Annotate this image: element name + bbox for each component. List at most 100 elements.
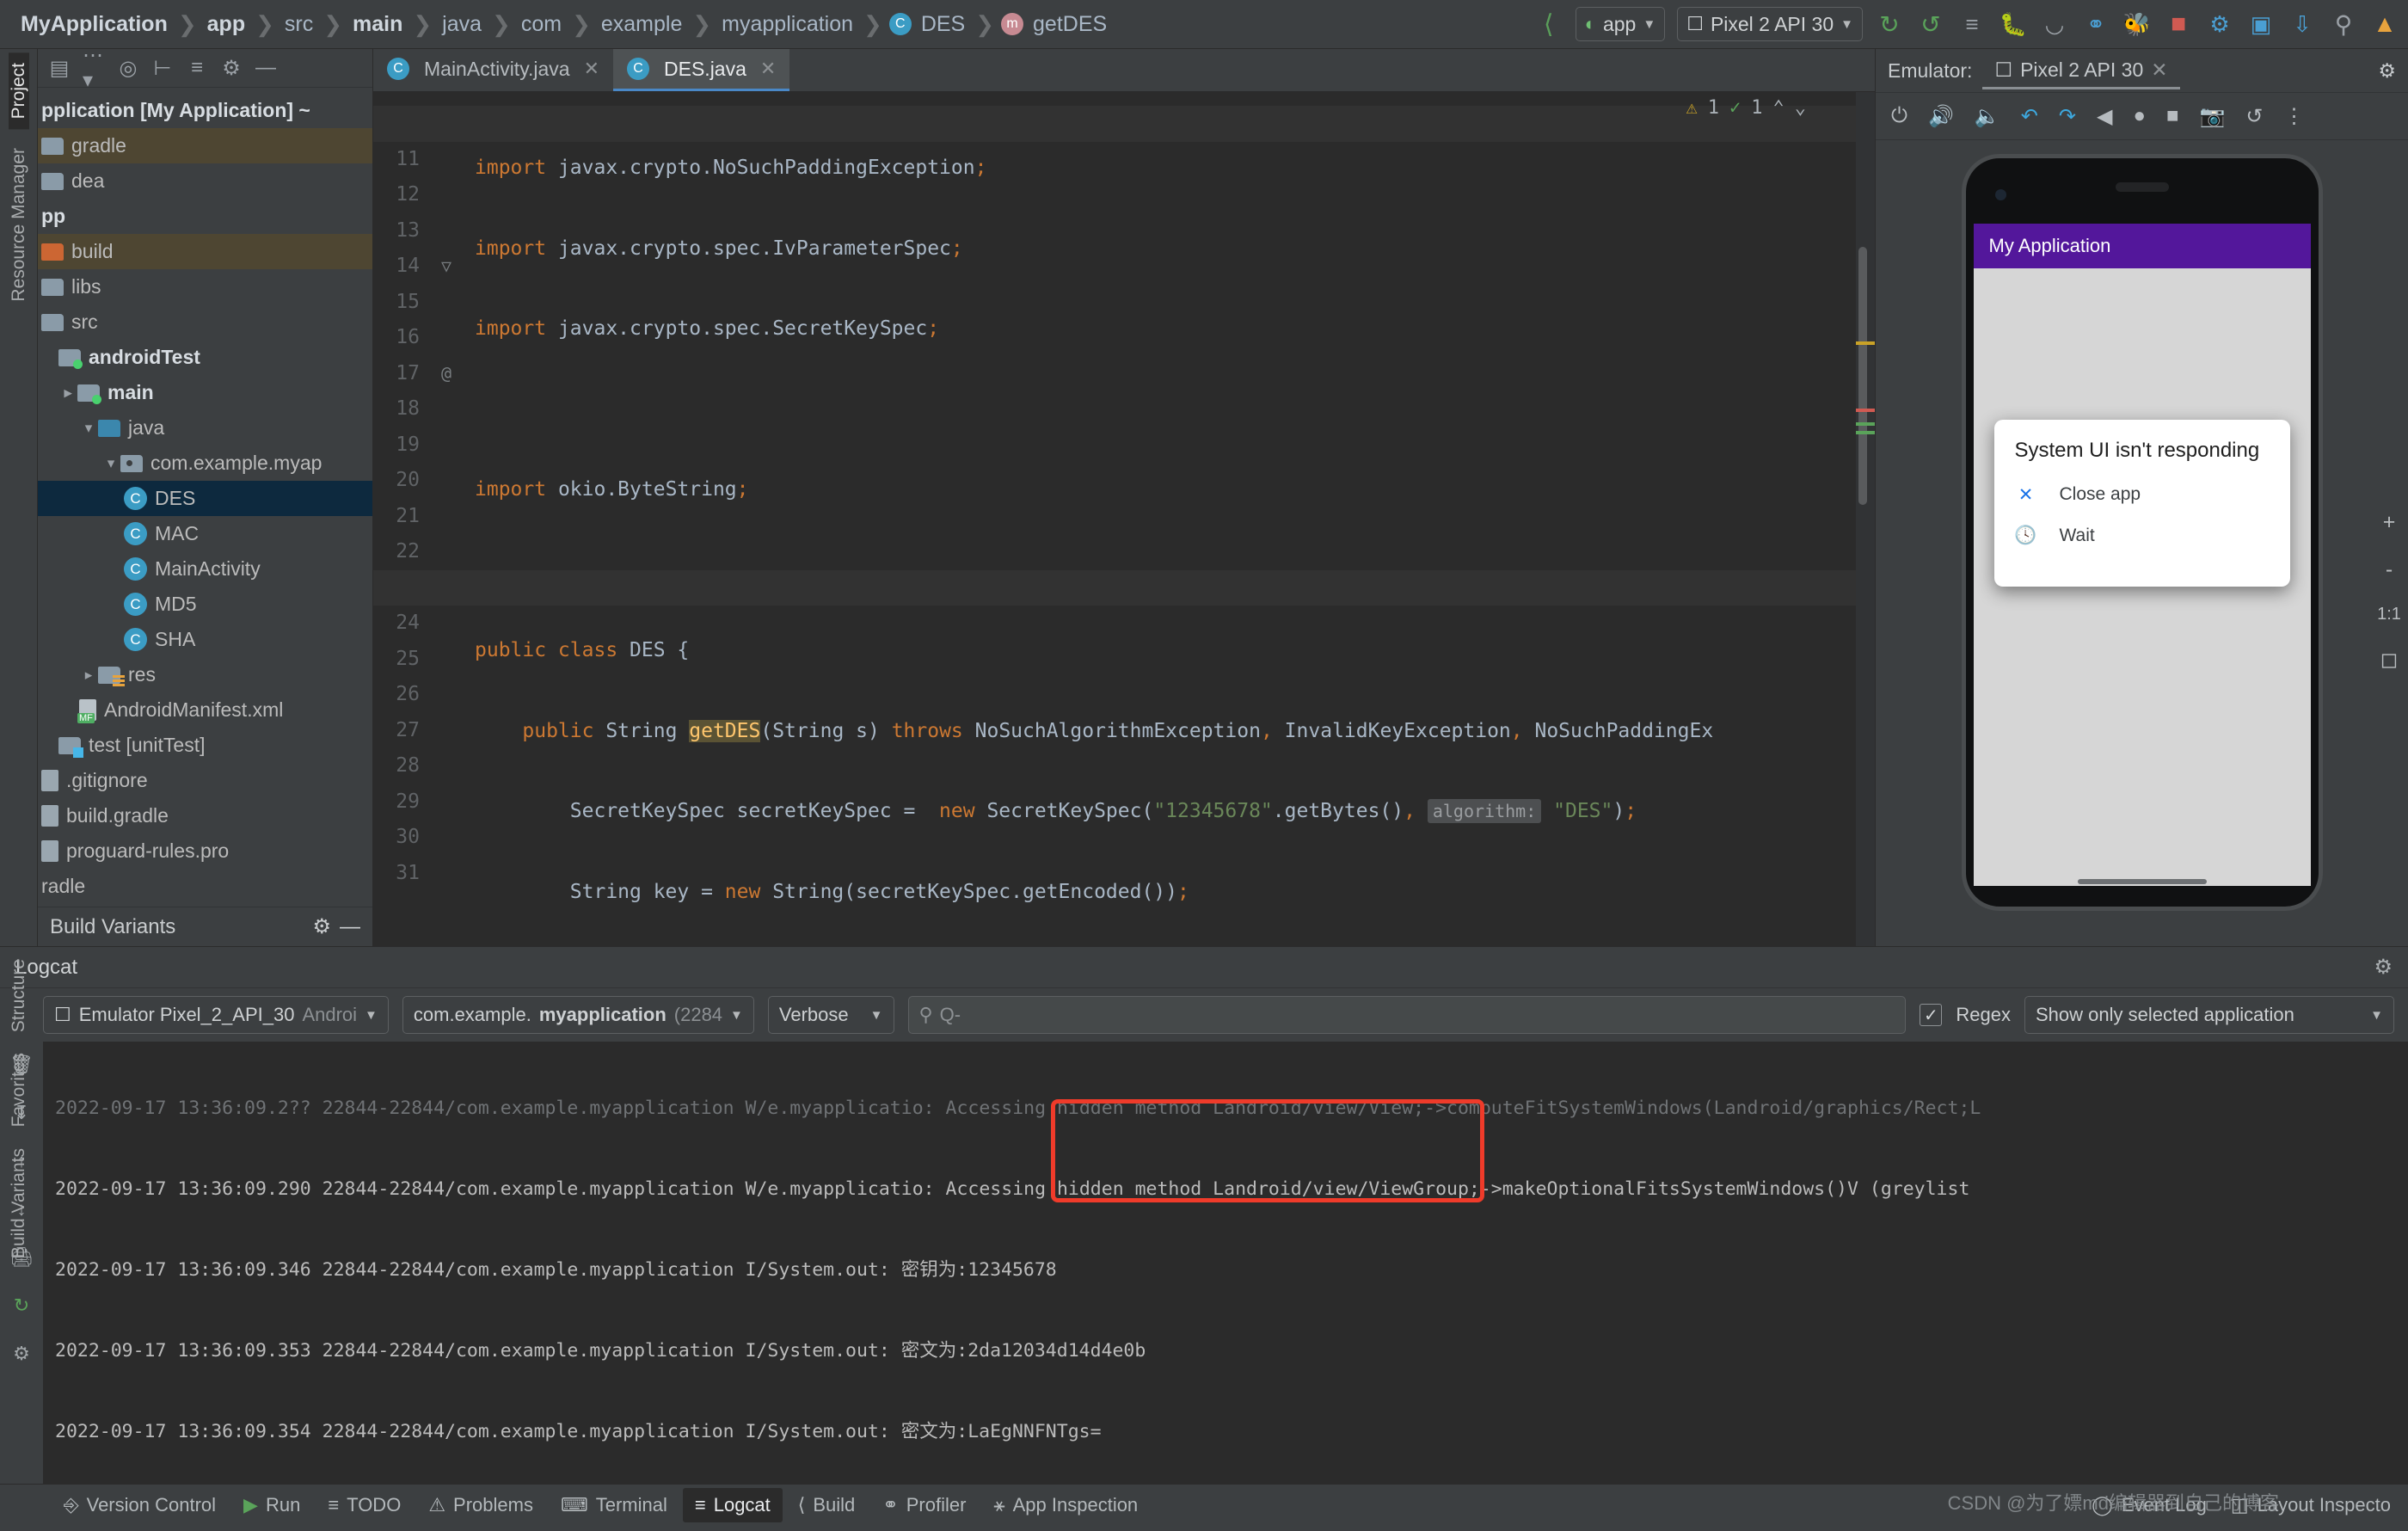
breadcrumb-item-example[interactable]: example: [598, 12, 686, 37]
tree-row-build[interactable]: build: [38, 234, 372, 269]
logcat-level-selector[interactable]: Verbose ▼: [768, 996, 894, 1034]
breadcrumb-item-myapplication-pkg[interactable]: myapplication: [718, 12, 857, 37]
tab-build[interactable]: ⟨ Build: [786, 1488, 868, 1522]
sidebar-item-resource-manager[interactable]: Resource Manager: [9, 138, 29, 312]
tree-row-gitignore[interactable]: .gitignore: [38, 763, 372, 798]
module-selector[interactable]: ◐ app ▼: [1576, 7, 1666, 41]
apply-changes-icon[interactable]: ↺: [1916, 9, 1945, 39]
back-icon[interactable]: ◀: [2097, 104, 2112, 129]
back-arrow-icon[interactable]: ⟨: [1534, 9, 1563, 39]
tab-todo[interactable]: ≡ TODO: [316, 1488, 413, 1522]
rotate-right-icon[interactable]: ↷: [2059, 104, 2076, 129]
hide-panel-icon[interactable]: —: [255, 57, 277, 79]
tab-problems[interactable]: ⚠ Problems: [416, 1488, 545, 1522]
device-selector[interactable]: ☐ Pixel 2 API 30 ▼: [1677, 7, 1863, 41]
breadcrumb-item-main[interactable]: main: [349, 12, 406, 37]
tab-app-inspection[interactable]: ⚹ App Inspection: [981, 1488, 1150, 1522]
sidebar-item-favorites[interactable]: Favorites: [9, 1044, 29, 1135]
logcat-search-input[interactable]: ⚲ Q-: [908, 996, 1907, 1034]
tree-row-package[interactable]: ▾ com.example.myap: [38, 446, 372, 481]
debug-run-icon[interactable]: 🐝: [2122, 9, 2152, 39]
search-icon[interactable]: ⚲: [2329, 9, 2358, 39]
logcat-process-selector[interactable]: com.example. myapplication (2284 ▼: [402, 996, 754, 1034]
emulator-device-tab[interactable]: ☐ Pixel 2 API 30 ✕: [1982, 52, 2179, 89]
tab-logcat[interactable]: ≡ Logcat: [683, 1488, 783, 1522]
sync-project-icon[interactable]: ⇩: [2288, 9, 2317, 39]
tree-row-buildgradle[interactable]: build.gradle: [38, 798, 372, 833]
dialog-option-close-app[interactable]: ✕ Close app: [2015, 483, 2270, 506]
tab-profiler[interactable]: ⚭ Profiler: [870, 1488, 978, 1522]
emulator-screen[interactable]: My Application System UI isn't respondin…: [1974, 224, 2311, 841]
tab-run[interactable]: ▶ Run: [231, 1488, 312, 1522]
power-icon[interactable]: ⏻: [1891, 104, 1907, 128]
logcat-device-selector[interactable]: ☐ Emulator Pixel_2_API_30 Androi ▼: [43, 996, 389, 1034]
close-icon[interactable]: ✕: [2151, 58, 2167, 82]
breadcrumb-item-java[interactable]: java: [439, 12, 485, 37]
tab-des[interactable]: C DES.java ✕: [613, 49, 789, 91]
tree-row-mainactivity[interactable]: C MainActivity: [38, 551, 372, 587]
emulator-device-frame[interactable]: My Application System UI isn't respondin…: [1962, 154, 2323, 911]
debug-icon[interactable]: 🐛: [1999, 9, 2028, 39]
stop-icon[interactable]: ■: [2164, 9, 2193, 39]
tree-row-md5[interactable]: C MD5: [38, 587, 372, 622]
gear-icon[interactable]: ⚙: [2378, 59, 2396, 83]
tree-row-gradle[interactable]: gradle: [38, 128, 372, 163]
profiler-icon[interactable]: ⚭: [2081, 9, 2110, 39]
tree-row-java[interactable]: ▾ java: [38, 410, 372, 446]
minimize-icon[interactable]: —: [340, 915, 360, 939]
attach-debugger-icon[interactable]: ◡: [2040, 9, 2069, 39]
expand-all-icon[interactable]: ⊢: [151, 57, 174, 79]
zoom-actual-button[interactable]: 1:1: [2377, 605, 2401, 624]
run-icon[interactable]: ↻: [1875, 9, 1904, 39]
build-variants-header[interactable]: Build Variants ⚙ —: [38, 907, 372, 946]
tab-mainactivity[interactable]: C MainActivity.java ✕: [373, 49, 613, 91]
sidebar-item-build-variants[interactable]: Build Variants: [9, 1140, 29, 1267]
regex-checkbox[interactable]: ✓: [1920, 1004, 1942, 1026]
code-text[interactable]: import javax.crypto.NoSuchPaddingExcepti…: [466, 92, 1875, 946]
tree-row-libs[interactable]: libs: [38, 269, 372, 304]
zoom-fit-icon[interactable]: ◻: [2380, 647, 2399, 673]
volume-up-icon[interactable]: 🔊: [1928, 104, 1954, 129]
inspection-widget[interactable]: ⚠ 1 ✓ 1 ⌃ ⌄: [1686, 97, 1807, 119]
logcat-filter-selector[interactable]: Show only selected application ▼: [2024, 996, 2394, 1034]
apply-code-changes-icon[interactable]: ≡: [1957, 9, 1987, 39]
tree-row-main[interactable]: ▸ main: [38, 375, 372, 410]
zoom-out-button[interactable]: -: [2386, 557, 2393, 582]
home-icon[interactable]: ●: [2133, 104, 2146, 128]
tree-row-gradle2[interactable]: radle: [38, 869, 372, 904]
gear-icon[interactable]: ⚙: [312, 914, 331, 939]
breadcrumb-item-myapplication[interactable]: MyApplication: [17, 12, 171, 37]
breadcrumb-item-app[interactable]: app: [204, 12, 249, 37]
sdk-manager-icon[interactable]: ⚙: [2205, 9, 2234, 39]
chevron-down-icon[interactable]: ⌄: [1795, 97, 1806, 119]
volume-down-icon[interactable]: 🔈: [1975, 104, 2000, 129]
locate-icon[interactable]: ◎: [117, 57, 139, 79]
dialog-option-wait[interactable]: 🕓 Wait: [2015, 525, 2270, 547]
fold-icon[interactable]: ▽: [427, 249, 466, 285]
tree-row-test[interactable]: test [unitTest]: [38, 728, 372, 763]
tree-row-res[interactable]: ▸ res: [38, 657, 372, 692]
logcat-output[interactable]: 🗑 ↧ ↑ ↓ 🖨 ↻ ⚙ 2022-09-17 13:36:09.2?? 22…: [0, 1042, 2408, 1484]
tree-row-proguard[interactable]: proguard-rules.pro: [38, 833, 372, 869]
chevron-up-icon[interactable]: ⌃: [1773, 97, 1784, 119]
chevron-down-icon[interactable]: ▾: [79, 420, 98, 437]
rotate-left-icon[interactable]: ↶: [2021, 104, 2038, 129]
tree-row-idea[interactable]: dea: [38, 163, 372, 199]
breadcrumb-item-src[interactable]: src: [281, 12, 316, 37]
tab-version-control[interactable]: ⎆ Version Control: [52, 1488, 228, 1522]
update-icon[interactable]: ▲: [2370, 9, 2399, 39]
tree-row-mac[interactable]: C MAC: [38, 516, 372, 551]
avd-manager-icon[interactable]: ▣: [2246, 9, 2276, 39]
gear-icon[interactable]: ⚙: [2374, 955, 2393, 980]
close-icon[interactable]: ✕: [584, 58, 599, 80]
gutter-marks[interactable]: ▽ @: [427, 92, 466, 946]
history-icon[interactable]: ↺: [2245, 104, 2263, 129]
zoom-in-button[interactable]: +: [2383, 510, 2396, 535]
anr-dialog[interactable]: System UI isn't responding ✕ Close app 🕓…: [1994, 420, 2290, 587]
tree-row-app[interactable]: pp: [38, 199, 372, 234]
overview-icon[interactable]: ■: [2166, 104, 2179, 128]
project-view-icon[interactable]: ▤: [48, 57, 71, 79]
editor-scrollbar[interactable]: [1856, 92, 1875, 946]
tab-terminal[interactable]: ⌨ Terminal: [549, 1488, 679, 1522]
tree-row-sha[interactable]: C SHA: [38, 622, 372, 657]
